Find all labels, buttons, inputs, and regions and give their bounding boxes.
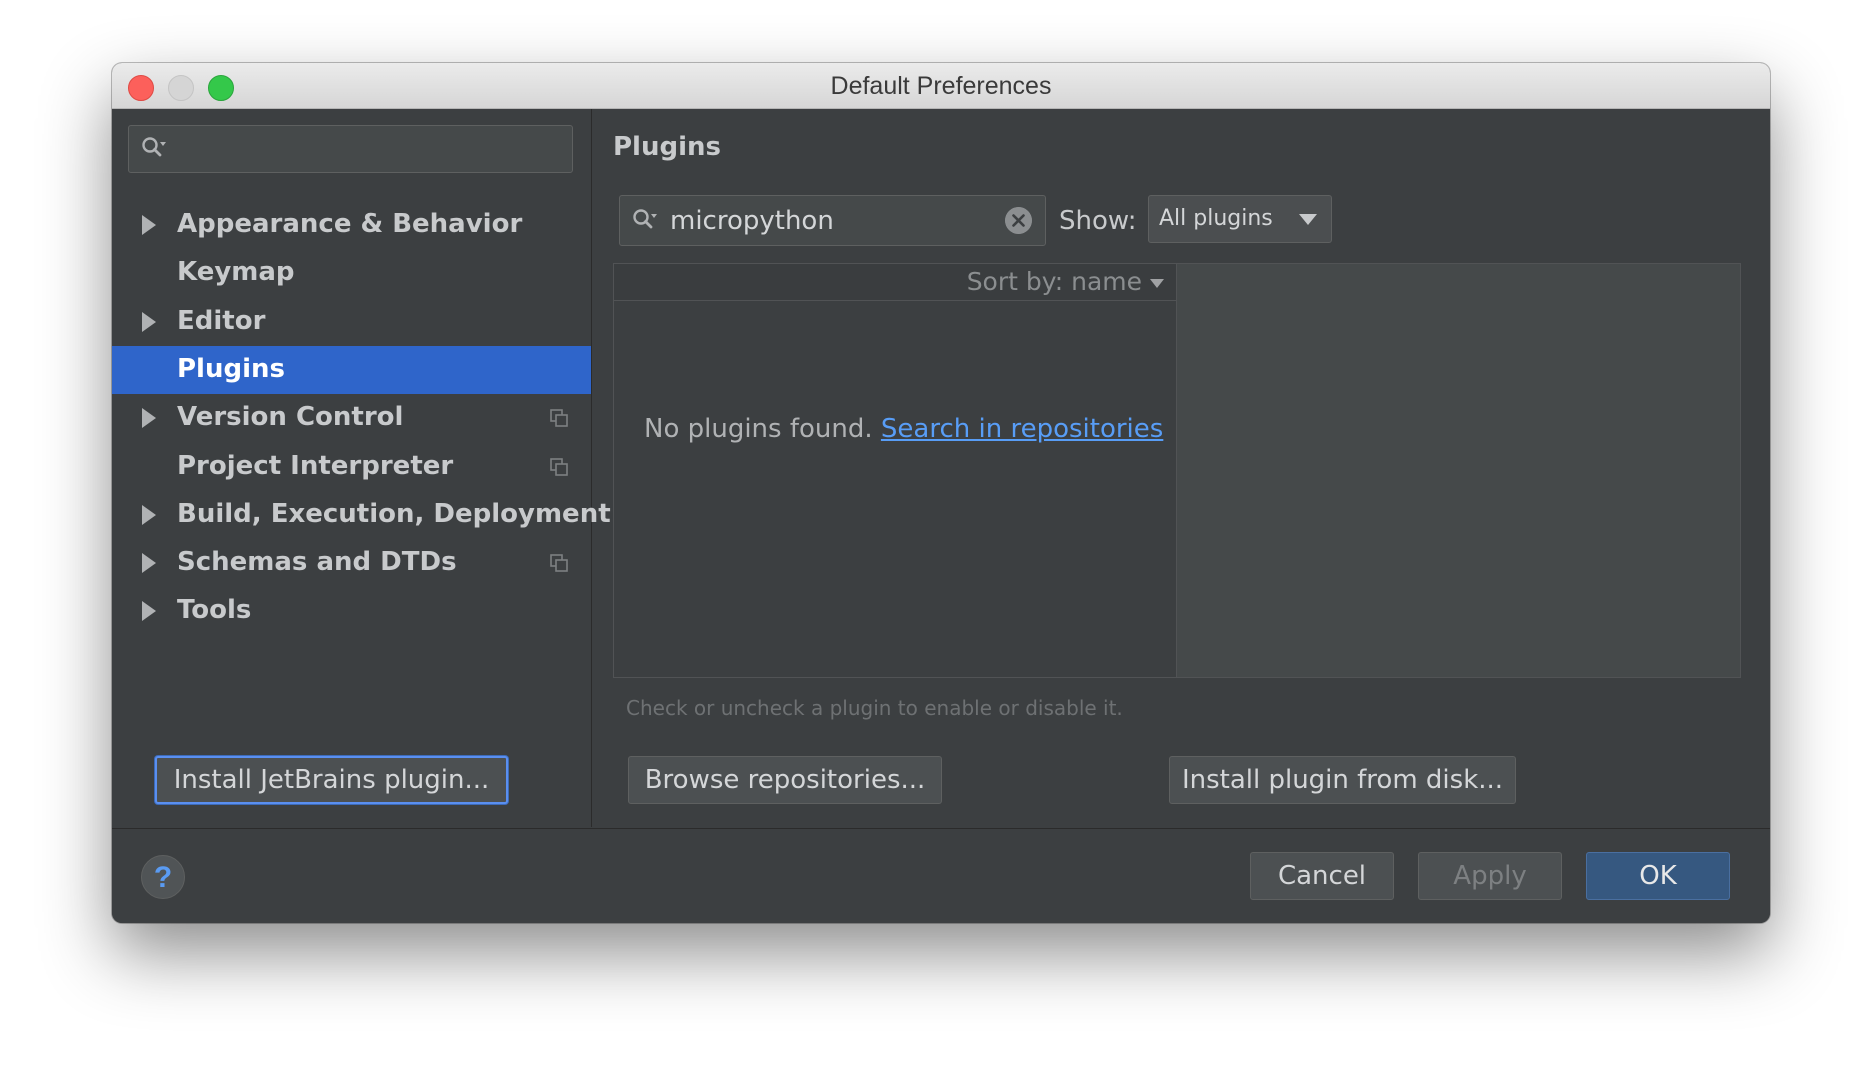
sidebar-item-editor[interactable]: Editor [112,298,591,346]
show-filter-dropdown[interactable]: All plugins [1148,195,1332,243]
sidebar-item-label: Version Control [177,402,404,432]
caret-down-icon [1150,279,1164,288]
settings-sidebar: Appearance & Behavior Keymap Editor Plugins… [112,109,611,827]
show-filter-label: Show: [1059,206,1137,236]
sidebar-item-version-control[interactable]: Version Control [112,394,591,442]
show-filter-value: All plugins [1159,206,1273,231]
sidebar-item-project-interpreter[interactable]: Project Interpreter [112,443,591,491]
sort-by-label[interactable]: Sort by: name [967,267,1142,296]
empty-state-message: No plugins found. [644,414,873,444]
preferences-window: Default Preferences Appearance & Behavio… [112,63,1770,923]
expand-arrow-icon[interactable] [142,505,156,525]
hint-text: Check or uncheck a plugin to enable or d… [626,696,1123,720]
expand-arrow-icon[interactable] [142,312,156,332]
sidebar-item-keymap[interactable]: Keymap [112,249,591,297]
empty-state: No plugins found. Search in repositories [644,414,1163,444]
cancel-button[interactable]: Cancel [1250,852,1394,900]
install-jetbrains-plugin-button[interactable]: Install JetBrains plugin... [155,756,508,804]
apply-button[interactable]: Apply [1418,852,1562,900]
sort-header[interactable]: Sort by: name [614,264,1176,301]
sidebar-item-build-execution-deployment[interactable]: Build, Execution, Deployment [112,491,611,539]
sidebar-item-tools[interactable]: Tools [112,587,591,635]
clear-search-icon[interactable] [1005,207,1032,234]
plugin-list[interactable]: Sort by: name No plugins found. Search i… [613,263,1177,678]
window-title: Default Preferences [830,72,1052,100]
project-settings-icon [550,458,568,476]
sidebar-item-label: Keymap [177,257,295,287]
chevron-down-icon [1299,214,1317,225]
sidebar-item-plugins[interactable]: Plugins [112,346,591,394]
ok-button[interactable]: OK [1586,852,1730,900]
sidebar-item-label: Appearance & Behavior [177,209,523,239]
sidebar-item-label: Project Interpreter [177,451,454,481]
sidebar-item-appearance-behavior[interactable]: Appearance & Behavior [112,201,591,249]
sidebar-item-schemas-and-dtds[interactable]: Schemas and DTDs [112,539,591,587]
project-settings-icon [550,409,568,427]
title-bar: Default Preferences [112,63,1770,109]
settings-search-field[interactable] [128,125,573,173]
expand-arrow-icon[interactable] [142,408,156,428]
expand-arrow-icon[interactable] [142,601,156,621]
help-icon[interactable]: ? [141,855,185,899]
plugin-search-input[interactable] [670,196,990,245]
sidebar-item-label: Build, Execution, Deployment [177,499,611,529]
plugins-panel: Plugins Show: All plugins Sort by: name [592,109,1770,827]
expand-arrow-icon[interactable] [142,215,156,235]
expand-arrow-icon[interactable] [142,553,156,573]
sidebar-item-label: Plugins [177,354,285,384]
dialog-footer: ? Cancel Apply OK [112,828,1770,923]
browse-repositories-button[interactable]: Browse repositories... [628,756,942,804]
search-icon [142,137,166,157]
sidebar-item-label: Schemas and DTDs [177,547,457,577]
project-settings-icon [550,554,568,572]
sidebar-item-label: Tools [177,595,252,625]
plugin-search-field[interactable] [619,195,1046,246]
page-title: Plugins [613,132,721,162]
sidebar-item-label: Editor [177,306,266,336]
install-plugin-from-disk-button[interactable]: Install plugin from disk... [1169,756,1516,804]
search-repositories-link[interactable]: Search in repositories [881,414,1163,444]
plugin-details-pane [1176,263,1741,678]
search-icon [633,209,657,229]
